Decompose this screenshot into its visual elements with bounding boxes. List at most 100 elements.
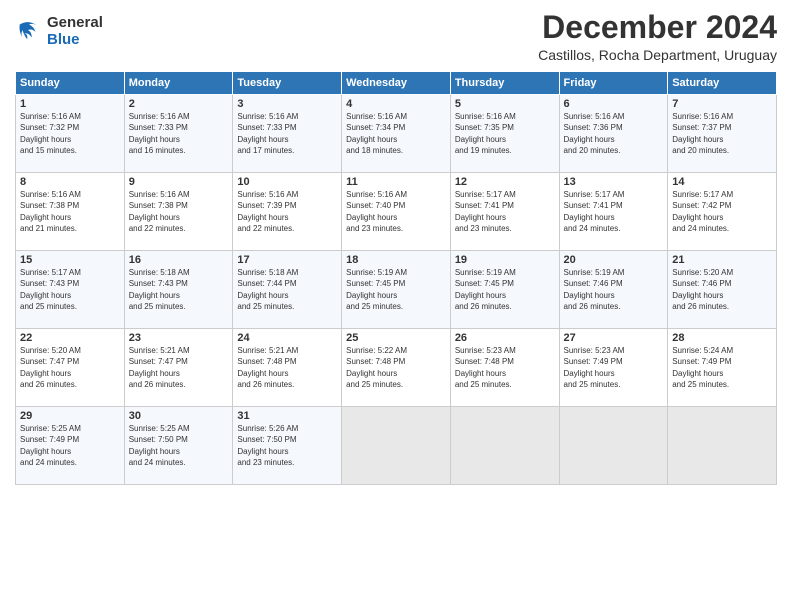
logo: General Blue: [15, 14, 103, 49]
day-info: Sunrise: 5:17 AMSunset: 7:41 PMDaylight …: [455, 190, 516, 233]
calendar-week-row: 22 Sunrise: 5:20 AMSunset: 7:47 PMDaylig…: [16, 329, 777, 407]
day-number: 9: [129, 176, 229, 188]
header-day: Monday: [124, 72, 233, 95]
day-number: 10: [237, 176, 337, 188]
day-info: Sunrise: 5:16 AMSunset: 7:37 PMDaylight …: [672, 112, 733, 155]
day-info: Sunrise: 5:16 AMSunset: 7:33 PMDaylight …: [129, 112, 190, 155]
calendar-cell: 2 Sunrise: 5:16 AMSunset: 7:33 PMDayligh…: [124, 95, 233, 173]
calendar-cell: 4 Sunrise: 5:16 AMSunset: 7:34 PMDayligh…: [342, 95, 451, 173]
logo-blue: Blue: [47, 31, 103, 48]
calendar-cell: 9 Sunrise: 5:16 AMSunset: 7:38 PMDayligh…: [124, 173, 233, 251]
calendar-cell: 19 Sunrise: 5:19 AMSunset: 7:45 PMDaylig…: [450, 251, 559, 329]
day-number: 24: [237, 332, 337, 344]
calendar-cell: [342, 407, 451, 485]
day-info: Sunrise: 5:23 AMSunset: 7:49 PMDaylight …: [564, 346, 625, 389]
day-info: Sunrise: 5:20 AMSunset: 7:46 PMDaylight …: [672, 268, 733, 311]
calendar-cell: 17 Sunrise: 5:18 AMSunset: 7:44 PMDaylig…: [233, 251, 342, 329]
calendar-cell: 10 Sunrise: 5:16 AMSunset: 7:39 PMDaylig…: [233, 173, 342, 251]
calendar-cell: 1 Sunrise: 5:16 AMSunset: 7:32 PMDayligh…: [16, 95, 125, 173]
day-info: Sunrise: 5:16 AMSunset: 7:34 PMDaylight …: [346, 112, 407, 155]
calendar-cell: 3 Sunrise: 5:16 AMSunset: 7:33 PMDayligh…: [233, 95, 342, 173]
day-number: 12: [455, 176, 555, 188]
day-info: Sunrise: 5:19 AMSunset: 7:46 PMDaylight …: [564, 268, 625, 311]
day-info: Sunrise: 5:16 AMSunset: 7:36 PMDaylight …: [564, 112, 625, 155]
day-info: Sunrise: 5:16 AMSunset: 7:39 PMDaylight …: [237, 190, 298, 233]
calendar-cell: 6 Sunrise: 5:16 AMSunset: 7:36 PMDayligh…: [559, 95, 668, 173]
day-number: 27: [564, 332, 664, 344]
day-info: Sunrise: 5:16 AMSunset: 7:38 PMDaylight …: [129, 190, 190, 233]
day-number: 2: [129, 98, 229, 110]
calendar-week-row: 8 Sunrise: 5:16 AMSunset: 7:38 PMDayligh…: [16, 173, 777, 251]
day-info: Sunrise: 5:19 AMSunset: 7:45 PMDaylight …: [455, 268, 516, 311]
calendar-cell: 18 Sunrise: 5:19 AMSunset: 7:45 PMDaylig…: [342, 251, 451, 329]
day-number: 11: [346, 176, 446, 188]
header-day: Friday: [559, 72, 668, 95]
day-number: 8: [20, 176, 120, 188]
calendar-cell: 27 Sunrise: 5:23 AMSunset: 7:49 PMDaylig…: [559, 329, 668, 407]
day-number: 21: [672, 254, 772, 266]
month-title: December 2024: [538, 10, 777, 45]
day-number: 19: [455, 254, 555, 266]
calendar-week-row: 15 Sunrise: 5:17 AMSunset: 7:43 PMDaylig…: [16, 251, 777, 329]
day-info: Sunrise: 5:25 AMSunset: 7:49 PMDaylight …: [20, 424, 81, 467]
day-number: 4: [346, 98, 446, 110]
calendar-cell: 20 Sunrise: 5:19 AMSunset: 7:46 PMDaylig…: [559, 251, 668, 329]
day-number: 22: [20, 332, 120, 344]
header: General Blue December 2024 Castillos, Ro…: [15, 10, 777, 63]
day-number: 1: [20, 98, 120, 110]
day-info: Sunrise: 5:17 AMSunset: 7:42 PMDaylight …: [672, 190, 733, 233]
day-info: Sunrise: 5:17 AMSunset: 7:43 PMDaylight …: [20, 268, 81, 311]
calendar-cell: [559, 407, 668, 485]
calendar-cell: [668, 407, 777, 485]
calendar-cell: 14 Sunrise: 5:17 AMSunset: 7:42 PMDaylig…: [668, 173, 777, 251]
calendar-cell: 8 Sunrise: 5:16 AMSunset: 7:38 PMDayligh…: [16, 173, 125, 251]
day-info: Sunrise: 5:18 AMSunset: 7:43 PMDaylight …: [129, 268, 190, 311]
day-info: Sunrise: 5:19 AMSunset: 7:45 PMDaylight …: [346, 268, 407, 311]
calendar-cell: 16 Sunrise: 5:18 AMSunset: 7:43 PMDaylig…: [124, 251, 233, 329]
calendar-cell: 22 Sunrise: 5:20 AMSunset: 7:47 PMDaylig…: [16, 329, 125, 407]
calendar-cell: 11 Sunrise: 5:16 AMSunset: 7:40 PMDaylig…: [342, 173, 451, 251]
calendar-cell: 15 Sunrise: 5:17 AMSunset: 7:43 PMDaylig…: [16, 251, 125, 329]
day-info: Sunrise: 5:21 AMSunset: 7:48 PMDaylight …: [237, 346, 298, 389]
header-day: Saturday: [668, 72, 777, 95]
day-info: Sunrise: 5:20 AMSunset: 7:47 PMDaylight …: [20, 346, 81, 389]
calendar-week-row: 1 Sunrise: 5:16 AMSunset: 7:32 PMDayligh…: [16, 95, 777, 173]
day-info: Sunrise: 5:16 AMSunset: 7:33 PMDaylight …: [237, 112, 298, 155]
day-info: Sunrise: 5:24 AMSunset: 7:49 PMDaylight …: [672, 346, 733, 389]
calendar-cell: 5 Sunrise: 5:16 AMSunset: 7:35 PMDayligh…: [450, 95, 559, 173]
calendar-week-row: 29 Sunrise: 5:25 AMSunset: 7:49 PMDaylig…: [16, 407, 777, 485]
day-number: 28: [672, 332, 772, 344]
day-number: 3: [237, 98, 337, 110]
location-subtitle: Castillos, Rocha Department, Uruguay: [538, 47, 777, 63]
calendar-cell: 30 Sunrise: 5:25 AMSunset: 7:50 PMDaylig…: [124, 407, 233, 485]
header-row: SundayMondayTuesdayWednesdayThursdayFrid…: [16, 72, 777, 95]
day-number: 7: [672, 98, 772, 110]
day-info: Sunrise: 5:16 AMSunset: 7:32 PMDaylight …: [20, 112, 81, 155]
day-number: 30: [129, 410, 229, 422]
title-block: December 2024 Castillos, Rocha Departmen…: [538, 10, 777, 63]
day-number: 26: [455, 332, 555, 344]
day-info: Sunrise: 5:16 AMSunset: 7:38 PMDaylight …: [20, 190, 81, 233]
calendar-cell: 12 Sunrise: 5:17 AMSunset: 7:41 PMDaylig…: [450, 173, 559, 251]
day-info: Sunrise: 5:16 AMSunset: 7:40 PMDaylight …: [346, 190, 407, 233]
calendar-cell: 28 Sunrise: 5:24 AMSunset: 7:49 PMDaylig…: [668, 329, 777, 407]
day-info: Sunrise: 5:23 AMSunset: 7:48 PMDaylight …: [455, 346, 516, 389]
header-day: Wednesday: [342, 72, 451, 95]
day-number: 25: [346, 332, 446, 344]
day-number: 17: [237, 254, 337, 266]
calendar-cell: 25 Sunrise: 5:22 AMSunset: 7:48 PMDaylig…: [342, 329, 451, 407]
day-number: 15: [20, 254, 120, 266]
day-number: 6: [564, 98, 664, 110]
calendar-table: SundayMondayTuesdayWednesdayThursdayFrid…: [15, 71, 777, 485]
calendar-cell: 21 Sunrise: 5:20 AMSunset: 7:46 PMDaylig…: [668, 251, 777, 329]
calendar-cell: [450, 407, 559, 485]
logo-general: General: [47, 14, 103, 31]
calendar-cell: 29 Sunrise: 5:25 AMSunset: 7:49 PMDaylig…: [16, 407, 125, 485]
day-number: 20: [564, 254, 664, 266]
page: General Blue December 2024 Castillos, Ro…: [0, 0, 792, 612]
day-info: Sunrise: 5:17 AMSunset: 7:41 PMDaylight …: [564, 190, 625, 233]
day-number: 29: [20, 410, 120, 422]
header-day: Tuesday: [233, 72, 342, 95]
logo-icon: [15, 17, 43, 45]
calendar-cell: 26 Sunrise: 5:23 AMSunset: 7:48 PMDaylig…: [450, 329, 559, 407]
